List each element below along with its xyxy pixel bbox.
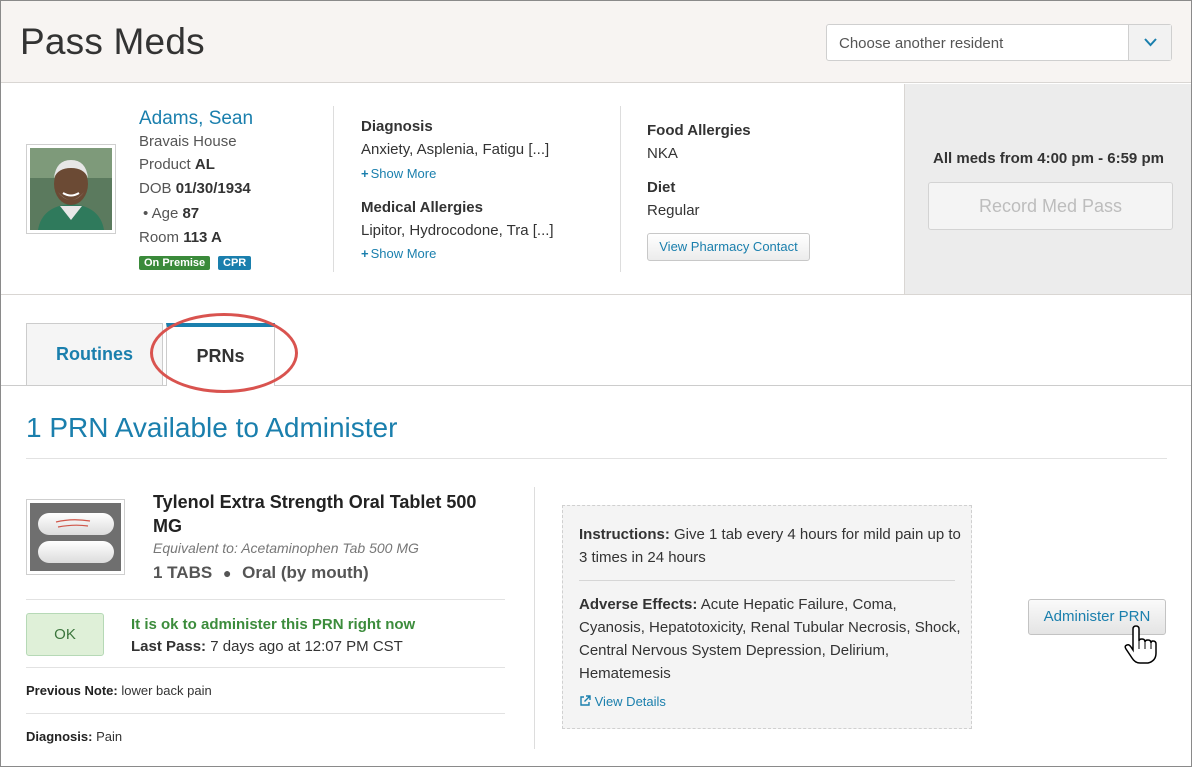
adverse-effects-text: Adverse Effects: Acute Hepatic Failure, … [579, 596, 961, 682]
ok-status-button[interactable]: OK [26, 613, 104, 656]
divider [333, 106, 334, 272]
med-window-text: All meds from 4:00 pm - 6:59 pm [933, 150, 1164, 167]
page-title: Pass Meds [20, 21, 205, 62]
resident-product: Product AL [139, 156, 215, 173]
status-badge: On Premise [139, 256, 211, 270]
resident-dob: DOB 01/30/1934 [139, 180, 251, 197]
divider [534, 487, 535, 749]
external-link-icon [580, 695, 591, 706]
medication-image [26, 499, 125, 575]
resident-avatar [26, 144, 116, 234]
highlight-circle [150, 313, 298, 393]
medical-allergies-value: Lipitor, Hydrocodone, Tra [...] [361, 222, 554, 239]
resident-name[interactable]: Adams, Sean [139, 108, 253, 130]
divider [620, 106, 621, 272]
diet-label: Diet [647, 179, 676, 196]
plus-icon: + [361, 166, 369, 181]
diet-value: Regular [647, 202, 700, 219]
resident-house: Bravais House [139, 133, 237, 150]
resident-select-placeholder: Choose another resident [839, 35, 1004, 52]
resident-room: Room 113 A [139, 229, 222, 246]
last-pass: Last Pass: 7 days ago at 12:07 PM CST [131, 638, 403, 655]
medical-allergies-label: Medical Allergies [361, 199, 483, 216]
hand-cursor-icon [1124, 625, 1157, 664]
divider [26, 599, 505, 600]
prn-diagnosis: Diagnosis: Pain [26, 729, 123, 744]
instructions-text: Instructions: Give 1 tab every 4 hours f… [579, 526, 961, 566]
allergies-show-more-link[interactable]: + Show More [361, 246, 436, 261]
diagnosis-label: Diagnosis [361, 118, 433, 135]
divider [26, 458, 1167, 459]
status-badge: CPR [218, 256, 252, 270]
app-frame: Pass Meds Choose another resident Adams,… [0, 0, 1192, 767]
plus-icon: + [361, 246, 369, 261]
food-allergies-label: Food Allergies [647, 122, 751, 139]
diagnosis-value: Anxiety, Asplenia, Fatigu [...] [361, 141, 550, 158]
view-details-link[interactable]: View Details [579, 694, 666, 709]
view-pharmacy-contact-button[interactable]: View Pharmacy Contact [647, 233, 810, 261]
instructions-panel: Instructions: Give 1 tab every 4 hours f… [562, 505, 972, 729]
chevron-down-icon[interactable] [1128, 25, 1171, 60]
divider [26, 713, 505, 714]
divider [26, 667, 505, 668]
prn-section-title: 1 PRN Available to Administer [26, 412, 398, 443]
record-med-pass-button[interactable]: Record Med Pass [928, 182, 1173, 230]
page-header: Pass Meds Choose another resident [1, 1, 1191, 83]
ok-to-administer-message: It is ok to administer this PRN right no… [131, 616, 416, 633]
diagnosis-show-more-link[interactable]: + Show More [361, 166, 436, 181]
food-allergies-value: NKA [647, 145, 678, 162]
medication-dose: 1 TABS ● Oral (by mouth) [153, 563, 369, 582]
previous-note: Previous Note: lower back pain [26, 683, 212, 698]
resident-info: Adams, Sean Bravais House Product AL DOB… [1, 84, 1191, 295]
medication-name: Tylenol Extra Strength Oral Tablet 500 M… [153, 492, 477, 536]
tab-routines[interactable]: Routines [26, 323, 163, 385]
resident-age: • Age 87 [143, 205, 200, 222]
med-pass-panel: All meds from 4:00 pm - 6:59 pm Record M… [904, 84, 1191, 294]
resident-select[interactable]: Choose another resident [826, 24, 1172, 61]
medication-equivalent: Equivalent to: Acetaminophen Tab 500 MG [153, 540, 419, 556]
